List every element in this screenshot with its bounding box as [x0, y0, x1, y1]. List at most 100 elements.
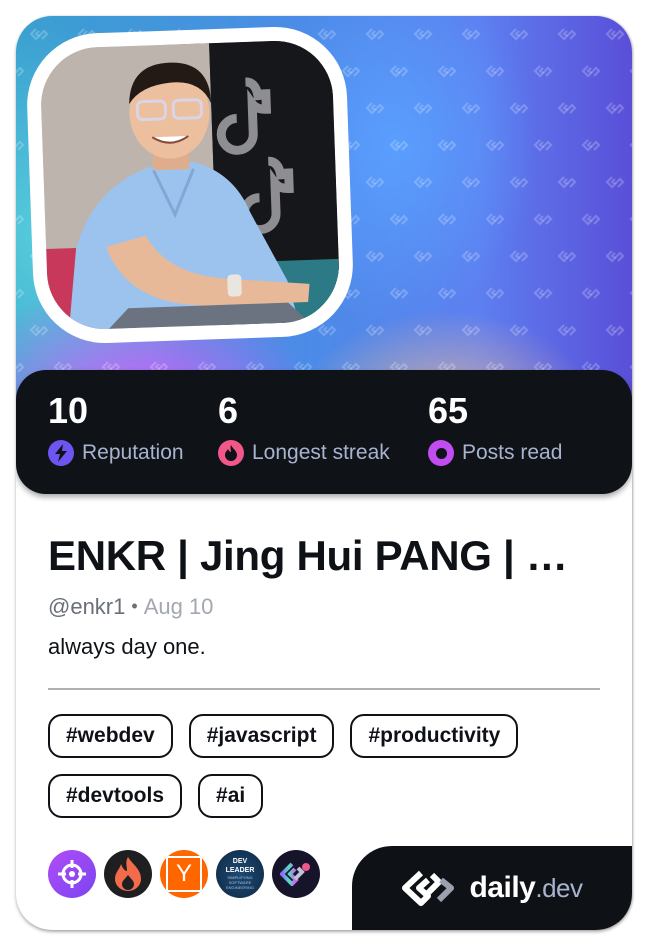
daily-dev-source-icon[interactable] — [272, 850, 320, 898]
pattern-glyph-icon — [437, 139, 457, 152]
source-list: Y DEV LEADER SIMPLIFYING SOFTWARE ENGINE… — [48, 850, 320, 898]
stat-posts-read: 65 Posts read — [428, 390, 562, 466]
pattern-glyph-icon — [605, 28, 625, 41]
pattern-glyph-icon — [413, 324, 433, 337]
brand-name: daily.dev — [469, 871, 583, 904]
daily-dev-brand: daily.dev — [352, 846, 632, 930]
stat-longest-streak: 6 Longest streak — [218, 390, 390, 466]
pattern-glyph-icon — [581, 287, 601, 300]
reputation-value: 10 — [48, 390, 89, 431]
pattern-glyph-icon — [461, 176, 481, 189]
pattern-glyph-icon — [509, 250, 529, 263]
streak-label: Longest streak — [252, 441, 390, 464]
tag-list: #webdev #javascript #productivity #devto… — [48, 714, 608, 818]
cover-background — [16, 16, 632, 416]
dev-leader-source-icon[interactable]: DEV LEADER SIMPLIFYING SOFTWARE ENGINEER… — [216, 850, 264, 898]
pattern-glyph-icon — [16, 288, 25, 299]
stat-reputation: 10 Reputation — [48, 390, 184, 466]
pattern-glyph-icon — [629, 364, 632, 370]
tag-ai[interactable]: #ai — [198, 774, 264, 818]
pattern-glyph-icon — [581, 139, 601, 152]
pattern-glyph-icon — [413, 250, 433, 263]
pattern-glyph-icon — [461, 102, 481, 115]
pattern-glyph-icon — [605, 102, 625, 115]
tag-javascript[interactable]: #javascript — [188, 714, 335, 758]
tag-productivity[interactable]: #productivity — [350, 714, 519, 758]
pattern-glyph-icon — [485, 139, 505, 152]
pattern-glyph-icon — [485, 287, 505, 300]
pattern-glyph-icon — [413, 28, 433, 41]
pattern-glyph-icon — [317, 324, 337, 337]
profile-name: ENKR | Jing Hui PANG | … — [48, 532, 568, 579]
daily-dev-logo-icon — [402, 870, 455, 906]
pattern-glyph-icon — [461, 324, 481, 337]
pattern-glyph-icon — [365, 102, 385, 115]
pattern-glyph-icon — [533, 139, 553, 152]
pattern-glyph-icon — [341, 65, 361, 78]
profile-bio: always day one. — [48, 634, 206, 659]
pattern-glyph-icon — [509, 324, 529, 337]
posts-read-value: 65 — [428, 390, 469, 431]
flame-source-icon[interactable] — [104, 850, 152, 898]
pattern-glyph-icon — [16, 362, 25, 373]
profile-card: 10 Reputation 6 Longest streak 65 Posts … — [16, 16, 632, 930]
avatar — [39, 38, 341, 332]
pattern-glyph-icon — [605, 324, 625, 337]
ring-icon — [428, 440, 454, 466]
pattern-glyph-icon — [389, 213, 409, 226]
crosshair-source-icon[interactable] — [48, 850, 96, 898]
pattern-glyph-icon — [16, 214, 25, 225]
pattern-glyph-icon — [413, 102, 433, 115]
pattern-glyph-icon — [629, 216, 632, 222]
pattern-glyph-icon — [317, 28, 337, 41]
pattern-glyph-icon — [629, 290, 632, 296]
pattern-glyph-icon — [629, 68, 632, 74]
pattern-glyph-icon — [365, 324, 385, 337]
streak-value: 6 — [218, 390, 239, 431]
pattern-glyph-icon — [557, 102, 577, 115]
pattern-glyph-icon — [437, 213, 457, 226]
pattern-glyph-icon — [629, 142, 632, 148]
pattern-glyph-icon — [389, 139, 409, 152]
hacker-news-source-icon[interactable]: Y — [160, 850, 208, 898]
profile-photo-icon — [39, 38, 341, 332]
pattern-glyph-icon — [365, 176, 385, 189]
pattern-glyph-icon — [413, 176, 433, 189]
tag-webdev[interactable]: #webdev — [48, 714, 173, 758]
pattern-glyph-icon — [437, 65, 457, 78]
pattern-glyph-icon — [485, 65, 505, 78]
pattern-glyph-icon — [509, 28, 529, 41]
pattern-glyph-icon — [389, 287, 409, 300]
pattern-glyph-icon — [461, 250, 481, 263]
posts-read-label: Posts read — [462, 441, 563, 464]
pattern-glyph-icon — [533, 287, 553, 300]
avatar-frame — [24, 24, 356, 346]
pattern-glyph-icon — [461, 28, 481, 41]
profile-handle: @enkr1 — [48, 594, 126, 619]
pattern-glyph-icon — [557, 324, 577, 337]
pattern-glyph-icon — [533, 213, 553, 226]
tag-devtools[interactable]: #devtools — [48, 774, 183, 818]
divider — [48, 688, 600, 690]
pattern-glyph-icon — [365, 250, 385, 263]
pattern-glyph-icon — [16, 140, 25, 151]
pattern-glyph-icon — [581, 213, 601, 226]
pattern-glyph-icon — [509, 102, 529, 115]
stats-bar: 10 Reputation 6 Longest streak 65 Posts … — [16, 370, 632, 494]
pattern-glyph-icon — [557, 250, 577, 263]
pattern-glyph-icon — [557, 176, 577, 189]
pattern-glyph-icon — [389, 65, 409, 78]
pattern-glyph-icon — [365, 28, 385, 41]
pattern-glyph-icon — [485, 213, 505, 226]
pattern-glyph-icon — [29, 324, 49, 337]
pattern-glyph-icon — [16, 66, 25, 77]
flame-icon — [218, 440, 244, 466]
pattern-glyph-icon — [605, 250, 625, 263]
separator-dot: • — [131, 596, 138, 616]
pattern-glyph-icon — [509, 176, 529, 189]
pattern-glyph-icon — [605, 176, 625, 189]
lightning-icon — [48, 440, 74, 466]
pattern-glyph-icon — [29, 28, 49, 41]
joined-date: Aug 10 — [143, 594, 214, 619]
pattern-glyph-icon — [581, 65, 601, 78]
